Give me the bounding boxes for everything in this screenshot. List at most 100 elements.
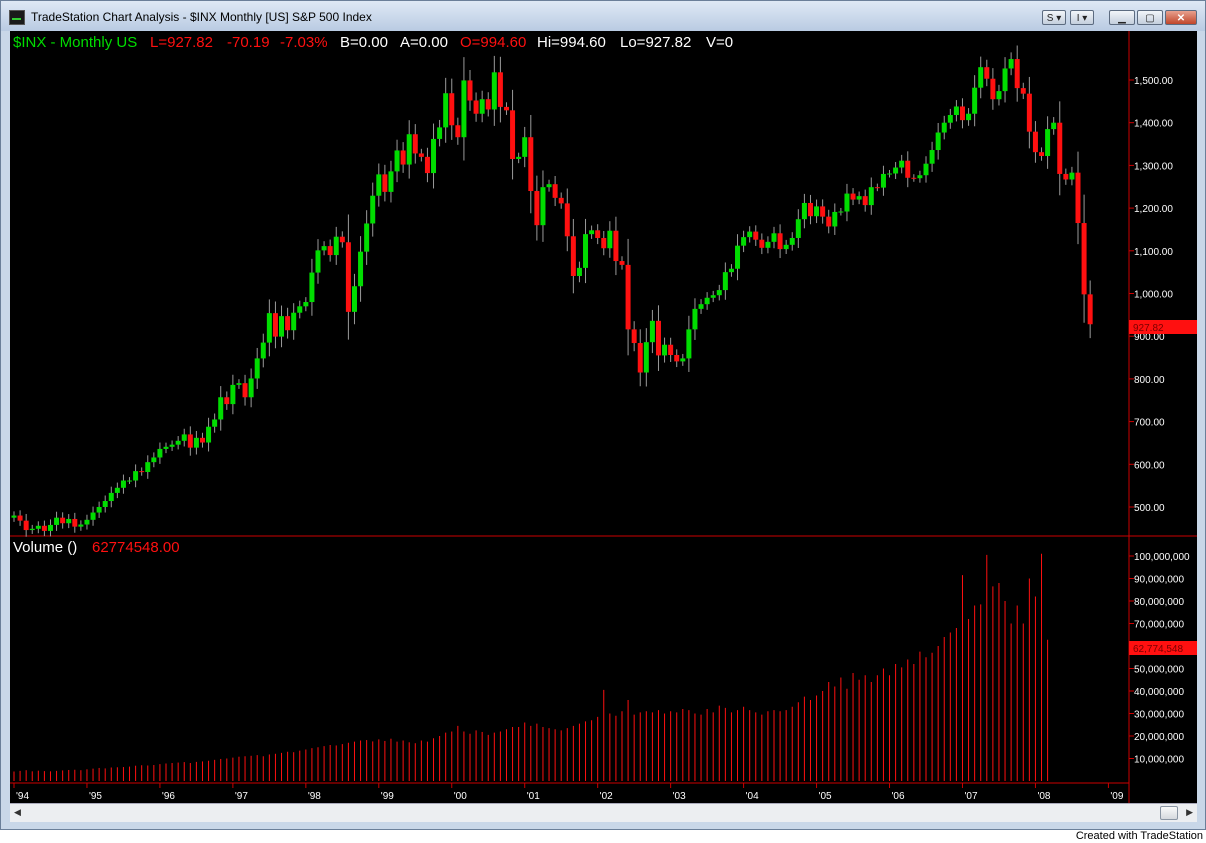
- candle-body: [114, 487, 120, 493]
- candle-body: [880, 173, 886, 188]
- time-tick-label: '05: [819, 791, 832, 802]
- candle-body: [303, 302, 309, 307]
- horizontal-scrollbar[interactable]: ◀ ▶: [10, 803, 1197, 822]
- candle-body: [272, 313, 278, 337]
- maximize-button[interactable]: ▢: [1137, 10, 1163, 25]
- candle-body: [400, 150, 406, 165]
- last-price-marker-label: 927.82: [1133, 323, 1164, 334]
- candle-body: [151, 457, 157, 463]
- candle-body: [206, 426, 212, 443]
- footer-credit: Created with TradeStation: [1075, 830, 1203, 842]
- candle-body: [856, 196, 862, 200]
- candle-body: [285, 316, 291, 331]
- candle-body: [564, 203, 570, 237]
- candle-body: [449, 93, 455, 126]
- candle-body: [1087, 294, 1093, 325]
- candle-body: [108, 492, 114, 502]
- candle-body: [66, 518, 72, 524]
- candle-body: [583, 234, 589, 268]
- candle-body: [522, 137, 528, 157]
- candle-body: [589, 230, 595, 235]
- volume-tick-label: 20,000,000: [1134, 732, 1184, 743]
- candle-body: [54, 517, 60, 525]
- candle-body: [187, 434, 193, 448]
- candle-body: [72, 518, 78, 527]
- candle-body: [1045, 129, 1051, 157]
- candle-body: [728, 268, 734, 273]
- candle-body: [1063, 173, 1069, 180]
- s-button-label: S: [1046, 13, 1054, 24]
- candle-body: [759, 239, 765, 248]
- header-net-change: -70.19: [227, 34, 270, 51]
- candle-body: [862, 196, 868, 206]
- candle-body: [783, 244, 789, 250]
- header-last: L=927.82: [150, 34, 213, 51]
- candle-body: [1014, 59, 1020, 89]
- candle-body: [175, 440, 181, 445]
- candle-body: [832, 211, 838, 227]
- price-tick-label: 1,100.00: [1134, 247, 1173, 258]
- candle-body: [242, 383, 248, 398]
- candle-body: [528, 137, 534, 192]
- candle-body: [710, 295, 716, 298]
- scroll-left-arrow-icon[interactable]: ◀: [14, 807, 21, 818]
- price-tick-label: 800.00: [1134, 375, 1165, 386]
- candle-body: [777, 233, 783, 250]
- candle-body: [1057, 122, 1063, 174]
- candle-body: [996, 91, 1002, 100]
- candle-body: [376, 174, 382, 196]
- candle-body: [412, 134, 418, 154]
- volume-header-value: 62774548.00: [92, 539, 180, 556]
- chart-area[interactable]: $INX - Monthly US L=927.82 -70.19 -7.03%…: [10, 31, 1197, 803]
- candle-body: [534, 191, 540, 226]
- candle-body: [929, 150, 935, 164]
- s-dropdown-button[interactable]: S ▾: [1042, 10, 1066, 25]
- candle-body: [11, 515, 17, 518]
- candle-body: [90, 512, 96, 520]
- candle-body: [1008, 59, 1014, 69]
- candle-body: [595, 230, 601, 238]
- candle-body: [248, 378, 254, 398]
- time-tick-label: '03: [673, 791, 686, 802]
- candle-body: [935, 132, 941, 151]
- candle-body: [1020, 88, 1026, 94]
- candle-body: [345, 242, 351, 312]
- candle-body: [850, 193, 856, 200]
- candle-body: [23, 520, 29, 531]
- candle-body: [120, 480, 126, 488]
- candle-body: [485, 99, 491, 110]
- i-dropdown-button[interactable]: I ▾: [1070, 10, 1094, 25]
- candle-body: [795, 219, 801, 238]
- candle-body: [473, 100, 479, 114]
- candle-body: [826, 216, 832, 227]
- i-button-label: I: [1076, 13, 1080, 24]
- application-window: TradeStation Chart Analysis - $INX Month…: [0, 0, 1206, 830]
- price-axis: 1,500.00 1,400.00 1,300.00 1,200.00 1,100.00…: [1129, 76, 1173, 514]
- header-open: O=994.60: [460, 34, 526, 51]
- maximize-icon: ▢: [1145, 13, 1155, 24]
- close-button[interactable]: ✕: [1165, 10, 1197, 25]
- scroll-right-arrow-icon[interactable]: ▶: [1186, 807, 1193, 818]
- candle-body: [686, 329, 692, 359]
- candle-body: [899, 160, 905, 168]
- title-bar[interactable]: TradeStation Chart Analysis - $INX Month…: [1, 1, 1205, 31]
- minimize-button[interactable]: ▁: [1109, 10, 1135, 25]
- candle-body: [625, 264, 631, 330]
- price-candles: [11, 45, 1093, 537]
- candle-body: [1039, 152, 1045, 157]
- candle-body: [497, 72, 503, 107]
- candle-body: [540, 187, 546, 226]
- candle-body: [260, 342, 266, 359]
- chart-svg[interactable]: $INX - Monthly US L=927.82 -70.19 -7.03%…: [10, 31, 1197, 803]
- time-tick-label: '00: [454, 791, 467, 802]
- candle-body: [698, 304, 704, 309]
- candle-body: [789, 237, 795, 245]
- candle-body: [139, 471, 145, 473]
- candle-body: [771, 233, 777, 242]
- candle-body: [358, 251, 364, 287]
- candle-body: [1002, 68, 1008, 92]
- time-tick-label: '02: [600, 791, 613, 802]
- candle-body: [35, 525, 41, 529]
- candle-body: [491, 72, 497, 110]
- scrollbar-thumb[interactable]: [1160, 806, 1178, 820]
